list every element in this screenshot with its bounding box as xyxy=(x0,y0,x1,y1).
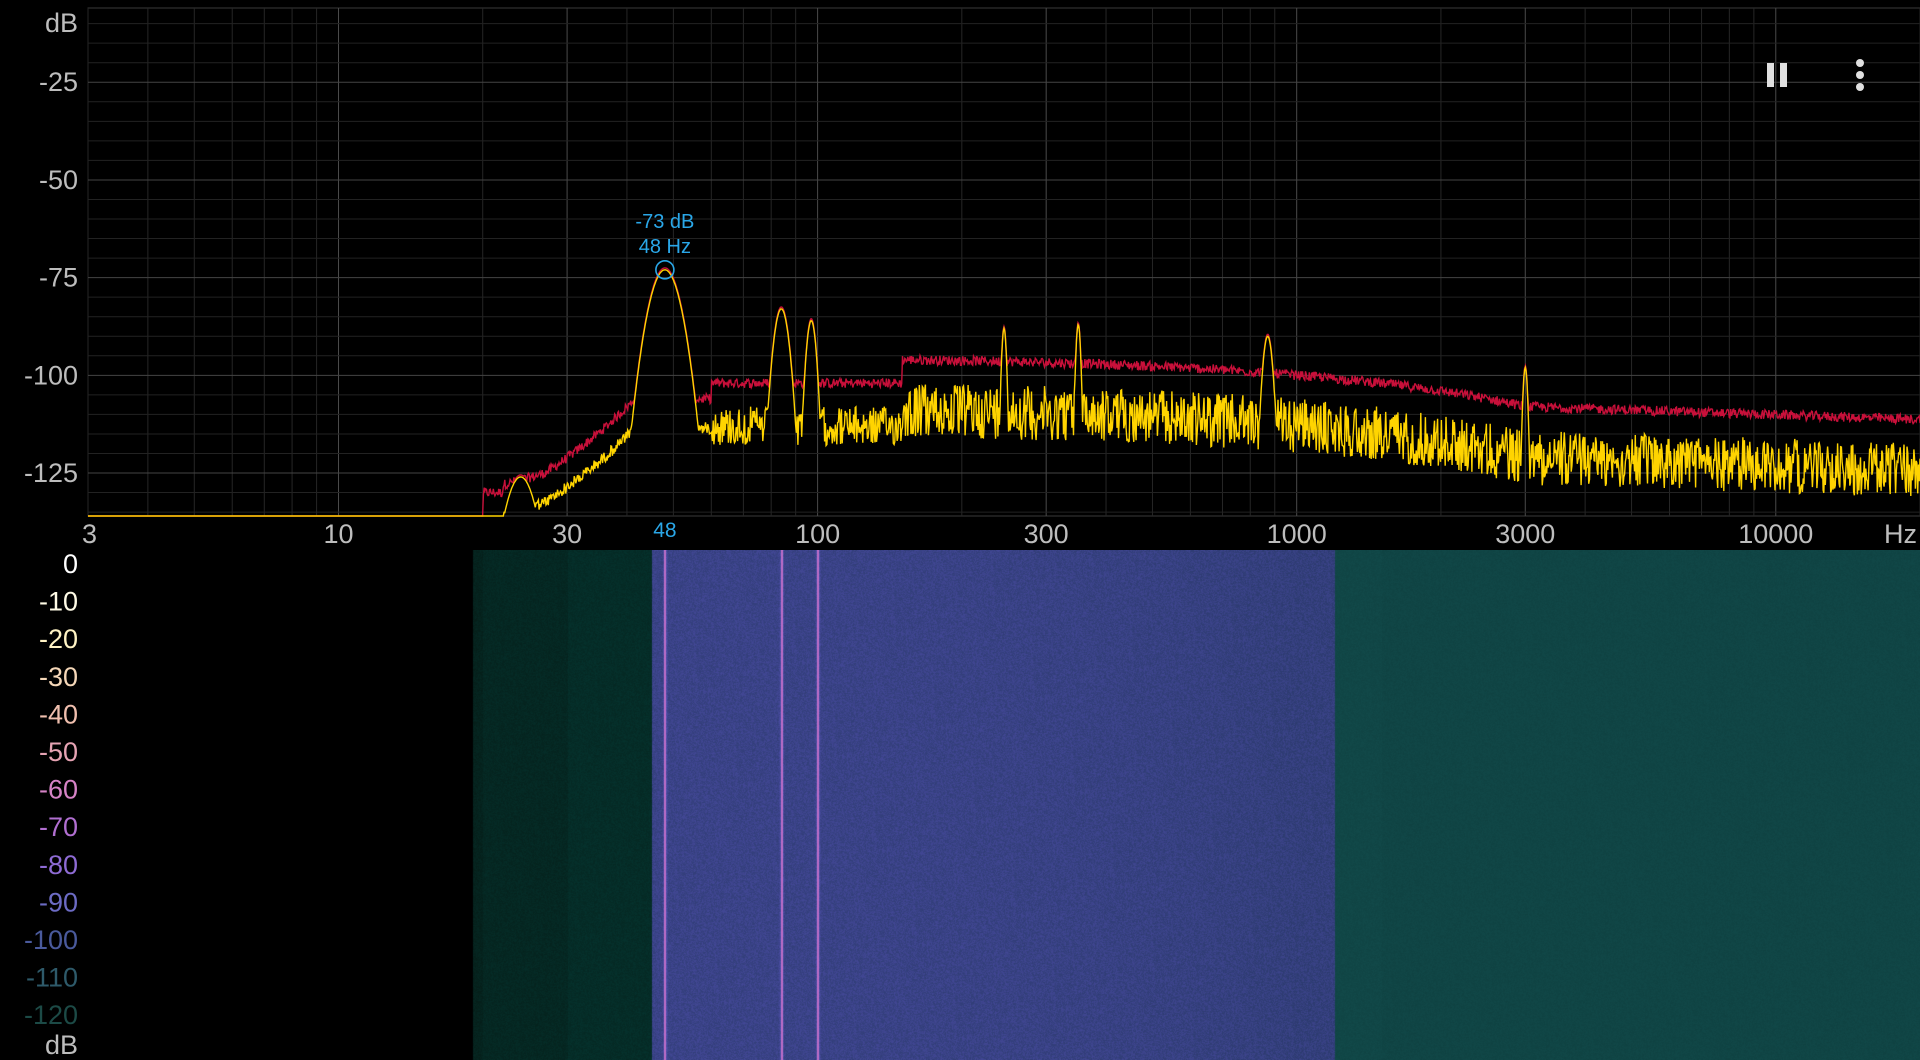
spectrum-x-axis: 3 10 30 100 300 1000 3000 10000 xyxy=(82,519,1813,549)
y-tick-label: -25 xyxy=(39,67,78,97)
y-tick-label: -100 xyxy=(24,360,78,390)
peak-marker-hz: 48 Hz xyxy=(639,236,691,258)
spectrum-y-axis: -25 -50 -75 -100 -125 xyxy=(24,67,78,488)
x-tick-label: 100 xyxy=(795,519,840,549)
spectrogram-scale-label: -60 xyxy=(39,775,78,805)
x-tick-label: 10 xyxy=(323,519,353,549)
x-tick-label: 300 xyxy=(1024,519,1069,549)
spectrogram-scale-label: -120 xyxy=(24,1000,78,1030)
y-tick-label: -50 xyxy=(39,165,78,195)
spectrogram-scale-label: -80 xyxy=(39,850,78,880)
spectrogram-scale-label: -110 xyxy=(26,963,78,993)
spectrum-panel[interactable]: -25 -50 -75 -100 -125 3 10 30 100 300 1000 3000 100… xyxy=(0,0,1920,550)
spectrogram-scale-label: -70 xyxy=(39,812,78,842)
x-unit-label: Hz xyxy=(1884,519,1917,549)
spectrogram-scale-label: -20 xyxy=(39,624,78,654)
spectrogram-scale-label: -100 xyxy=(24,925,78,955)
y-tick-label: -75 xyxy=(39,263,78,293)
spectrogram-scale-label: 0 xyxy=(63,550,78,579)
spectrum-grid xyxy=(87,7,1920,517)
x-tick-label: 3 xyxy=(82,519,97,549)
more-vert-icon xyxy=(1856,59,1864,91)
spectrogram-scale-label: -40 xyxy=(39,699,78,729)
spectrogram-scale: 0 -10 -20 -30 -40 -50 -60 -70 -80 -90 -100 -110 -120… xyxy=(24,550,78,1060)
spectrum-chart[interactable]: -25 -50 -75 -100 -125 3 10 30 100 300 1000 3000 100… xyxy=(0,0,1920,550)
x-tick-label: 3000 xyxy=(1495,519,1555,549)
pause-button[interactable] xyxy=(1752,50,1802,100)
spectrogram-scale-label: -50 xyxy=(39,737,78,767)
y-tick-label: -125 xyxy=(24,458,78,488)
peak-marker-axis-label: 48 xyxy=(653,519,676,542)
pause-icon xyxy=(1767,63,1787,87)
spectrogram-canvas xyxy=(80,550,1920,1060)
more-options-button[interactable] xyxy=(1835,50,1885,100)
spectrogram-panel[interactable]: 0 -10 -20 -30 -40 -50 -60 -70 -80 -90 -100 -110 -120… xyxy=(0,550,1920,1060)
y-unit-label: dB xyxy=(45,8,78,38)
spectrogram-unit-label: dB xyxy=(45,1030,78,1060)
spectrogram-scale-label: -90 xyxy=(39,887,78,917)
peak-marker-db: -73 dB xyxy=(635,211,694,233)
x-tick-label: 10000 xyxy=(1738,519,1813,549)
x-tick-label: 1000 xyxy=(1267,519,1327,549)
x-tick-label: 30 xyxy=(552,519,582,549)
spectrogram-scale-label: -30 xyxy=(39,662,78,692)
spectrogram-scale-label: -10 xyxy=(39,587,78,617)
